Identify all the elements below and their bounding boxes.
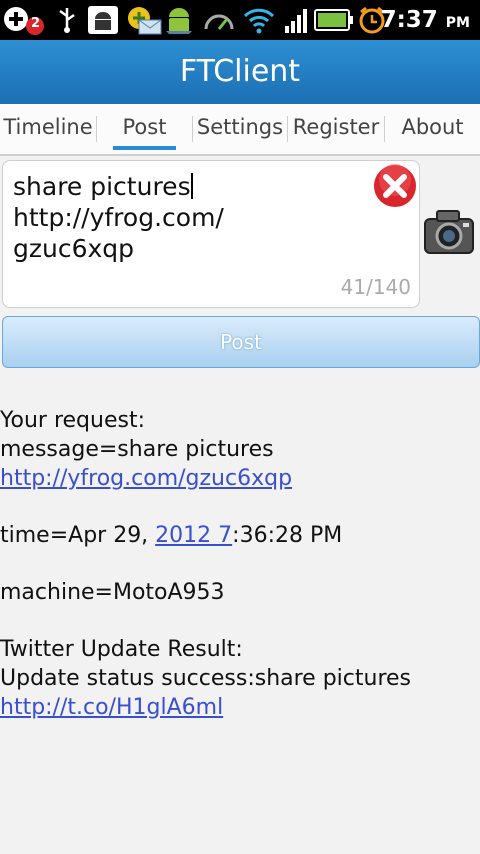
message-text: share pictureshttp://yfrog.com/ gzuc6xqp: [13, 171, 373, 264]
app-title-bar: FTClient: [0, 40, 480, 104]
usb-icon: [52, 6, 82, 34]
add-notification-icon: 2: [2, 6, 46, 35]
clock: 7:37 PM: [381, 4, 470, 39]
tab-post[interactable]: Post: [113, 104, 176, 152]
attach-photo-button[interactable]: [421, 205, 477, 261]
close-icon: [372, 163, 418, 209]
machine-line: machine=MotoA953: [0, 580, 225, 605]
twitter-heading: Twitter Update Result:: [0, 637, 243, 662]
tab-timeline[interactable]: Timeline: [0, 104, 96, 152]
wifi-icon: [242, 6, 276, 34]
time-line: time=Apr 29, 2012 7:36:28 PM: [0, 521, 478, 550]
time-suffix: :36:28 PM: [232, 523, 343, 548]
app-title: FTClient: [179, 54, 301, 89]
clock-ampm: PM: [445, 15, 470, 31]
battery-icon: [314, 6, 354, 34]
update-prefix: Update status success:share pictures: [0, 666, 412, 691]
android-market-icon: [162, 6, 196, 34]
tab-about[interactable]: About: [385, 104, 480, 152]
update-line: Update status success:share pictures htt…: [0, 664, 478, 722]
character-counter: 41/140: [340, 275, 411, 299]
clock-time: 7:37: [380, 7, 438, 33]
camera-icon: [424, 210, 474, 254]
update-link[interactable]: http://t.co/H1glA6ml: [0, 695, 223, 720]
message-link[interactable]: http://yfrog.com/gzuc6xqp: [0, 466, 292, 491]
tab-bar: Timeline Post Settings Register About: [0, 104, 480, 156]
tab-divider: [96, 116, 97, 142]
signal-strength-icon: [282, 6, 312, 34]
text-cursor: [190, 173, 193, 199]
time-link[interactable]: 2012 7: [155, 523, 232, 548]
message-text-after-cursor: http://yfrog.com/ gzuc6xqp: [13, 203, 224, 263]
request-result: Your request: message=share pictures htt…: [0, 406, 478, 722]
tab-settings[interactable]: Settings: [193, 104, 287, 152]
clear-text-button[interactable]: [371, 162, 419, 210]
request-heading: Your request:: [0, 408, 145, 433]
mail-sync-icon: [124, 6, 164, 35]
message-text-before-cursor: share pictures: [13, 172, 191, 201]
message-input[interactable]: share pictureshttp://yfrog.com/ gzuc6xqp…: [2, 160, 420, 308]
notification-count: 2: [31, 16, 41, 31]
status-bar: 2 7:37 PM: [0, 0, 480, 40]
tab-register[interactable]: Register: [288, 104, 384, 152]
message-line: message=share pictures http://yfrog.com/…: [0, 435, 478, 493]
debug-android-icon: [86, 6, 120, 34]
message-prefix: message=share pictures: [0, 437, 274, 462]
time-prefix: time=Apr 29,: [0, 523, 156, 548]
post-button[interactable]: Post: [2, 316, 480, 368]
speedometer-icon: [202, 6, 236, 34]
